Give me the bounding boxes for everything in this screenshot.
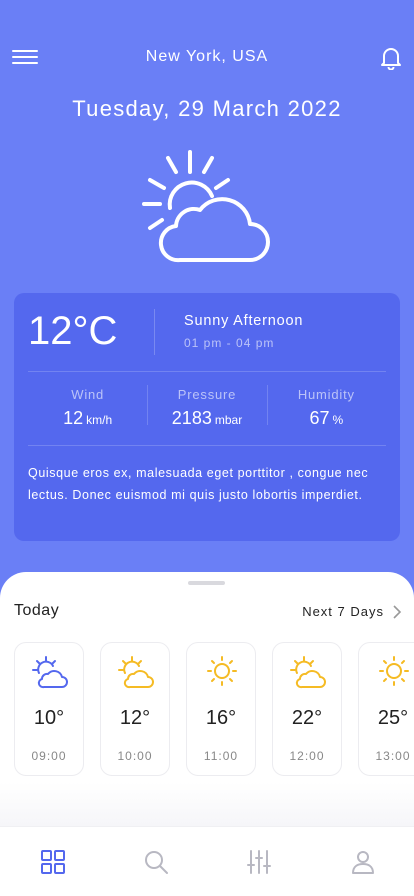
hour-temperature: 10° [33, 707, 65, 729]
sun-cloud-icon [32, 655, 68, 689]
wind-unit: km/h [86, 413, 113, 427]
sun-icon [204, 655, 240, 689]
sun-icon [376, 655, 412, 689]
search-icon[interactable] [143, 849, 169, 875]
weather-header-area: New York, USA Tuesday, 29 March 2022 12°… [0, 0, 414, 600]
hour-temperature: 25° [377, 707, 409, 729]
bottom-tab-bar [0, 826, 414, 896]
stat-value: 2183 mbar [147, 408, 266, 429]
hour-card[interactable]: 10° 09:00 [14, 642, 84, 776]
hour-card[interactable]: 16° 11:00 [186, 642, 256, 776]
pressure-value: 2183 [171, 408, 212, 428]
stat-value: 67% [267, 408, 386, 429]
sun-cloud-icon [290, 655, 326, 689]
pressure-unit: mbar [214, 413, 243, 427]
next-7-days-label: Next 7 Days [302, 604, 384, 619]
humidity-value: 67 [309, 408, 330, 428]
current-temperature: 12°C [28, 309, 118, 353]
sun-cloud-icon [140, 150, 274, 270]
sheet-fade [0, 782, 414, 826]
stat-label: Humidity [297, 387, 355, 402]
hour-time: 10:00 [117, 749, 153, 763]
forecast-title: Today [14, 602, 60, 619]
grid-icon[interactable] [40, 849, 66, 875]
stat-label: Wind [71, 387, 105, 402]
user-icon[interactable] [350, 849, 376, 875]
chevron-right-icon [393, 604, 402, 619]
hour-time: 09:00 [31, 749, 67, 763]
stat-wind: Wind 12 km/h [28, 381, 147, 433]
stat-label: Pressure [177, 387, 237, 402]
divider [154, 309, 155, 355]
hour-card[interactable]: 22° 12:00 [272, 642, 342, 776]
divider [28, 371, 386, 372]
hour-time: 13:00 [375, 749, 411, 763]
hour-temperature: 22° [291, 707, 323, 729]
hour-card[interactable]: 25° 13:00 [358, 642, 414, 776]
drag-handle[interactable] [188, 581, 225, 585]
hour-temperature: 16° [205, 707, 237, 729]
sun-cloud-icon [118, 655, 154, 689]
hour-card[interactable]: 12° 10:00 [100, 642, 170, 776]
stat-pressure: Pressure 2183 mbar [147, 381, 266, 433]
location-title: New York, USA [145, 48, 269, 65]
hour-time: 11:00 [203, 749, 239, 763]
current-weather-card: 12°C Sunny Afternoon 01 pm - 04 pm Wind … [14, 293, 400, 541]
stat-value: 12 km/h [28, 408, 147, 429]
bell-icon[interactable] [380, 46, 402, 71]
next-7-days-link[interactable]: Next 7 Days [302, 604, 402, 619]
stat-humidity: Humidity 67% [266, 381, 386, 433]
hour-time: 12:00 [289, 749, 325, 763]
hour-temperature: 12° [119, 707, 151, 729]
condition-time-range: 01 pm - 04 pm [184, 336, 275, 350]
sliders-icon[interactable] [246, 849, 272, 875]
current-date: Tuesday, 29 March 2022 [72, 96, 342, 121]
wind-value: 12 [63, 408, 84, 428]
top-bar: New York, USA [0, 40, 414, 76]
humidity-unit: % [332, 413, 344, 427]
weather-stats: Wind 12 km/h Pressure 2183 mbar Humidity 6… [28, 381, 386, 433]
weather-description: Quisque eros ex, malesuada eget porttito… [28, 466, 369, 502]
divider [28, 445, 386, 446]
weather-condition: Sunny Afternoon [184, 313, 304, 329]
hourly-forecast-list: 10° 09:00 12° 10:00 16° 11:00 22° 12:00 25° 13:00 [14, 642, 414, 776]
